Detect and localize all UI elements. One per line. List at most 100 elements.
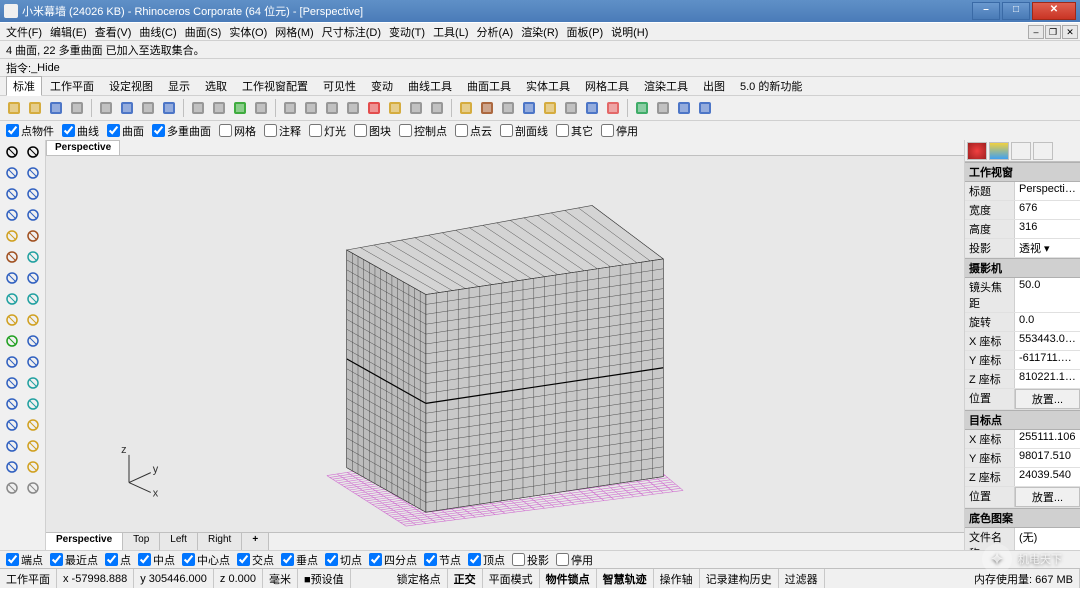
toolbar-btn-30[interactable] <box>674 98 694 118</box>
menu-11[interactable]: 渲染(R) <box>517 24 562 40</box>
toolbar-btn-20[interactable] <box>456 98 476 118</box>
side-tool-25[interactable] <box>23 394 43 414</box>
filter-check-12[interactable] <box>601 124 614 137</box>
toolbar-btn-13[interactable] <box>301 98 321 118</box>
menu-0[interactable]: 文件(F) <box>2 24 46 40</box>
toolbar-btn-28[interactable] <box>632 98 652 118</box>
filter-5[interactable]: 注释 <box>264 123 301 139</box>
menu-3[interactable]: 曲线(C) <box>135 24 180 40</box>
filter-4[interactable]: 网格 <box>219 123 256 139</box>
side-tool-10[interactable] <box>2 247 22 267</box>
status-cell-5[interactable]: ■预设值 <box>298 569 351 588</box>
filter-check-6[interactable] <box>309 124 322 137</box>
side-tool-5[interactable] <box>23 184 43 204</box>
status-toggle-1[interactable]: 正交 <box>448 569 483 588</box>
viewport-tab-left[interactable]: Left <box>160 533 198 550</box>
filter-11[interactable]: 其它 <box>556 123 593 139</box>
toolbar-tab-7[interactable]: 变动 <box>364 76 400 96</box>
toolbar-btn-0[interactable] <box>4 98 24 118</box>
side-tool-28[interactable] <box>2 436 22 456</box>
toolbar-tab-6[interactable]: 可见性 <box>316 76 363 96</box>
viewport-tab-right[interactable]: Right <box>198 533 242 550</box>
toolbar-tab-3[interactable]: 显示 <box>161 76 197 96</box>
side-tool-14[interactable] <box>2 289 22 309</box>
osnap-check-1[interactable] <box>50 553 63 566</box>
toolbar-btn-17[interactable] <box>385 98 405 118</box>
osnap-check-12[interactable] <box>556 553 569 566</box>
filter-check-3[interactable] <box>152 124 165 137</box>
toolbar-btn-29[interactable] <box>653 98 673 118</box>
toolbar-tab-0[interactable]: 标准 <box>6 76 42 96</box>
side-tool-15[interactable] <box>23 289 43 309</box>
toolbar-btn-24[interactable] <box>540 98 560 118</box>
toolbar-tab-5[interactable]: 工作视窗配置 <box>235 76 315 96</box>
side-tool-18[interactable] <box>2 331 22 351</box>
toolbar-btn-16[interactable] <box>364 98 384 118</box>
filter-check-11[interactable] <box>556 124 569 137</box>
side-tool-19[interactable] <box>23 331 43 351</box>
prop-value[interactable]: 24039.540 <box>1015 468 1080 486</box>
prop-value[interactable]: 553443.000 <box>1015 332 1080 350</box>
osnap-7[interactable]: 切点 <box>325 552 362 568</box>
filter-6[interactable]: 灯光 <box>309 123 346 139</box>
filter-1[interactable]: 曲线 <box>62 123 99 139</box>
status-toggle-5[interactable]: 操作轴 <box>654 569 700 588</box>
status-cell-4[interactable]: 毫米 <box>263 569 298 588</box>
command-input[interactable] <box>31 62 1074 74</box>
osnap-check-6[interactable] <box>281 553 294 566</box>
osnap-5[interactable]: 交点 <box>237 552 274 568</box>
toolbar-btn-1[interactable] <box>25 98 45 118</box>
toolbar-btn-5[interactable] <box>117 98 137 118</box>
filter-7[interactable]: 图块 <box>354 123 391 139</box>
status-cell-2[interactable]: y 305446.000 <box>134 569 214 588</box>
prop-value[interactable]: 316 <box>1015 220 1080 238</box>
filter-8[interactable]: 控制点 <box>399 123 447 139</box>
toolbar-btn-10[interactable] <box>230 98 250 118</box>
osnap-check-11[interactable] <box>512 553 525 566</box>
prop-value[interactable]: 676 <box>1015 201 1080 219</box>
osnap-check-8[interactable] <box>369 553 382 566</box>
toolbar-btn-21[interactable] <box>477 98 497 118</box>
toolbar-btn-6[interactable] <box>138 98 158 118</box>
toolbar-btn-2[interactable] <box>46 98 66 118</box>
toolbar-btn-11[interactable] <box>251 98 271 118</box>
side-tool-16[interactable] <box>2 310 22 330</box>
prop-value[interactable]: 50.0 <box>1015 278 1080 312</box>
menu-13[interactable]: 说明(H) <box>607 24 652 40</box>
prop-value[interactable]: -611711.256 <box>1015 351 1080 369</box>
toolbar-btn-12[interactable] <box>280 98 300 118</box>
toolbar-btn-14[interactable] <box>322 98 342 118</box>
osnap-check-10[interactable] <box>468 553 481 566</box>
side-tool-27[interactable] <box>23 415 43 435</box>
status-cell-1[interactable]: x -57998.888 <box>57 569 134 588</box>
side-tool-8[interactable] <box>2 226 22 246</box>
toolbar-btn-9[interactable] <box>209 98 229 118</box>
prop-value[interactable]: 255111.106 <box>1015 430 1080 448</box>
filter-check-4[interactable] <box>219 124 232 137</box>
toolbar-btn-23[interactable] <box>519 98 539 118</box>
viewport-tab-add[interactable]: + <box>242 533 269 550</box>
menu-10[interactable]: 分析(A) <box>473 24 518 40</box>
side-tool-23[interactable] <box>23 373 43 393</box>
menu-8[interactable]: 变动(T) <box>385 24 429 40</box>
osnap-check-2[interactable] <box>105 553 118 566</box>
side-tool-21[interactable] <box>23 352 43 372</box>
command-line[interactable]: 指令: <box>0 58 1080 76</box>
status-cell-3[interactable]: z 0.000 <box>214 569 263 588</box>
side-tool-26[interactable] <box>2 415 22 435</box>
osnap-check-7[interactable] <box>325 553 338 566</box>
toolbar-btn-15[interactable] <box>343 98 363 118</box>
side-tool-0[interactable] <box>2 142 22 162</box>
osnap-check-5[interactable] <box>237 553 250 566</box>
side-tool-13[interactable] <box>23 268 43 288</box>
side-tool-33[interactable] <box>23 478 43 498</box>
osnap-9[interactable]: 节点 <box>424 552 461 568</box>
filter-0[interactable]: 点物件 <box>6 123 54 139</box>
osnap-8[interactable]: 四分点 <box>369 552 417 568</box>
mdi-close[interactable]: ✕ <box>1062 25 1078 39</box>
toolbar-btn-22[interactable] <box>498 98 518 118</box>
status-toggle-4[interactable]: 智慧轨迹 <box>597 569 654 588</box>
toolbar-tab-11[interactable]: 网格工具 <box>578 76 636 96</box>
prop-value[interactable]: 810221.184 <box>1015 370 1080 388</box>
filter-9[interactable]: 点云 <box>455 123 492 139</box>
